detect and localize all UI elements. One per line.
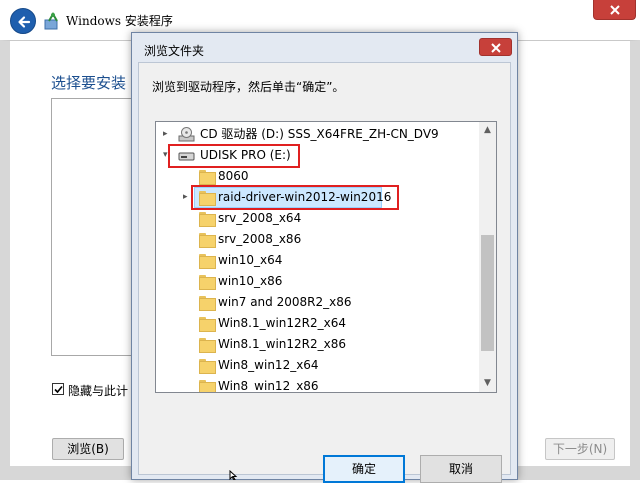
setup-window-title: Windows 安装程序 <box>66 14 173 28</box>
tree-item-label: srv_2008_x64 <box>218 211 302 225</box>
tree-item-folder[interactable]: win7 and 2008R2_x86 <box>156 292 476 313</box>
setup-heading: 选择要安装 <box>51 74 127 92</box>
tree-item-folder[interactable]: 8060 <box>156 166 476 187</box>
tree-item-folder[interactable]: Win8.1_win12R2_x86 <box>156 334 476 355</box>
scroll-thumb[interactable] <box>481 235 494 351</box>
tree-item-label: Win8.1_win12R2_x86 <box>218 337 346 351</box>
cd-drive-icon <box>178 127 195 142</box>
tree-item-label: Win8_win12_x64 <box>218 358 319 372</box>
folder-icon <box>199 212 216 227</box>
tree-item-folder[interactable]: Win8.1_win12R2_x64 <box>156 313 476 334</box>
scroll-up-icon[interactable]: ▲ <box>479 122 496 139</box>
tree-item-folder[interactable]: win10_x86 <box>156 271 476 292</box>
folder-icon <box>199 170 216 185</box>
chevron-right-icon[interactable]: ▸ <box>183 187 188 208</box>
chevron-down-icon[interactable]: ▾ <box>163 145 168 166</box>
setup-close-button[interactable] <box>593 0 636 20</box>
dialog-body: 浏览到驱动程序，然后单击“确定”。 ▸ CD 驱动器 (D:) SSS_X64F… <box>138 62 511 483</box>
tree-item-folder[interactable]: Win8_win12_x86 <box>156 376 476 393</box>
tree-item-label: srv_2008_x86 <box>218 232 302 246</box>
folder-icon <box>199 380 216 392</box>
folder-icon <box>199 275 216 290</box>
tree-item-label: 8060 <box>218 169 249 183</box>
tree-item-folder[interactable]: srv_2008_x86 <box>156 229 476 250</box>
tree-item-label: win10_x64 <box>218 253 283 267</box>
tree-item-folder[interactable]: Win8_win12_x64 <box>156 355 476 376</box>
folder-icon <box>199 317 216 332</box>
back-button[interactable] <box>10 8 36 34</box>
close-icon <box>491 43 501 53</box>
checkmark-icon <box>54 385 63 394</box>
cancel-button[interactable]: 取消 <box>420 455 502 483</box>
raid-folder-highlight <box>191 185 399 210</box>
tree-item-folder[interactable]: srv_2008_x64 <box>156 208 476 229</box>
cursor-icon <box>229 470 238 480</box>
hide-incompatible-label: 隐藏与此计 <box>68 384 129 398</box>
back-arrow-icon <box>18 16 31 28</box>
browse-folder-dialog: 浏览文件夹 浏览到驱动程序，然后单击“确定”。 ▸ CD 驱动器 (D:) SS… <box>131 32 518 483</box>
close-icon <box>610 5 620 15</box>
folder-icon <box>199 233 216 248</box>
tree-item-label: CD 驱动器 (D:) SSS_X64FRE_ZH-CN_DV9 <box>200 127 439 141</box>
hide-incompatible-checkbox[interactable] <box>52 383 64 395</box>
dialog-close-button[interactable] <box>479 38 512 56</box>
ok-button[interactable]: 确定 <box>323 455 405 483</box>
setup-icon <box>44 12 58 30</box>
tree-item-folder[interactable]: win10_x64 <box>156 250 476 271</box>
browse-button[interactable]: 浏览(B) <box>52 438 124 460</box>
folder-icon <box>199 338 216 353</box>
scroll-down-icon[interactable]: ▼ <box>479 375 496 392</box>
next-button[interactable]: 下一步(N) <box>545 438 615 460</box>
tree-item-label: win10_x86 <box>218 274 283 288</box>
folder-tree[interactable]: ▸ CD 驱动器 (D:) SSS_X64FRE_ZH-CN_DV9 ▾ UDI… <box>155 121 497 393</box>
driver-list[interactable] <box>51 98 135 356</box>
tree-item-label: Win8.1_win12R2_x64 <box>218 316 346 330</box>
chevron-right-icon[interactable]: ▸ <box>163 124 168 145</box>
tree-item-cd-drive[interactable]: ▸ CD 驱动器 (D:) SSS_X64FRE_ZH-CN_DV9 <box>156 124 476 145</box>
dialog-instruction: 浏览到驱动程序，然后单击“确定”。 <box>152 80 345 94</box>
tree-item-label: Win8_win12_x86 <box>218 379 319 393</box>
folder-icon <box>199 254 216 269</box>
tree-scrollbar[interactable]: ▲ ▼ <box>479 122 496 392</box>
folder-icon <box>199 296 216 311</box>
dialog-title: 浏览文件夹 <box>144 44 205 58</box>
tree-item-label: win7 and 2008R2_x86 <box>218 295 352 309</box>
folder-icon <box>199 359 216 374</box>
usb-drive-highlight <box>168 144 300 168</box>
